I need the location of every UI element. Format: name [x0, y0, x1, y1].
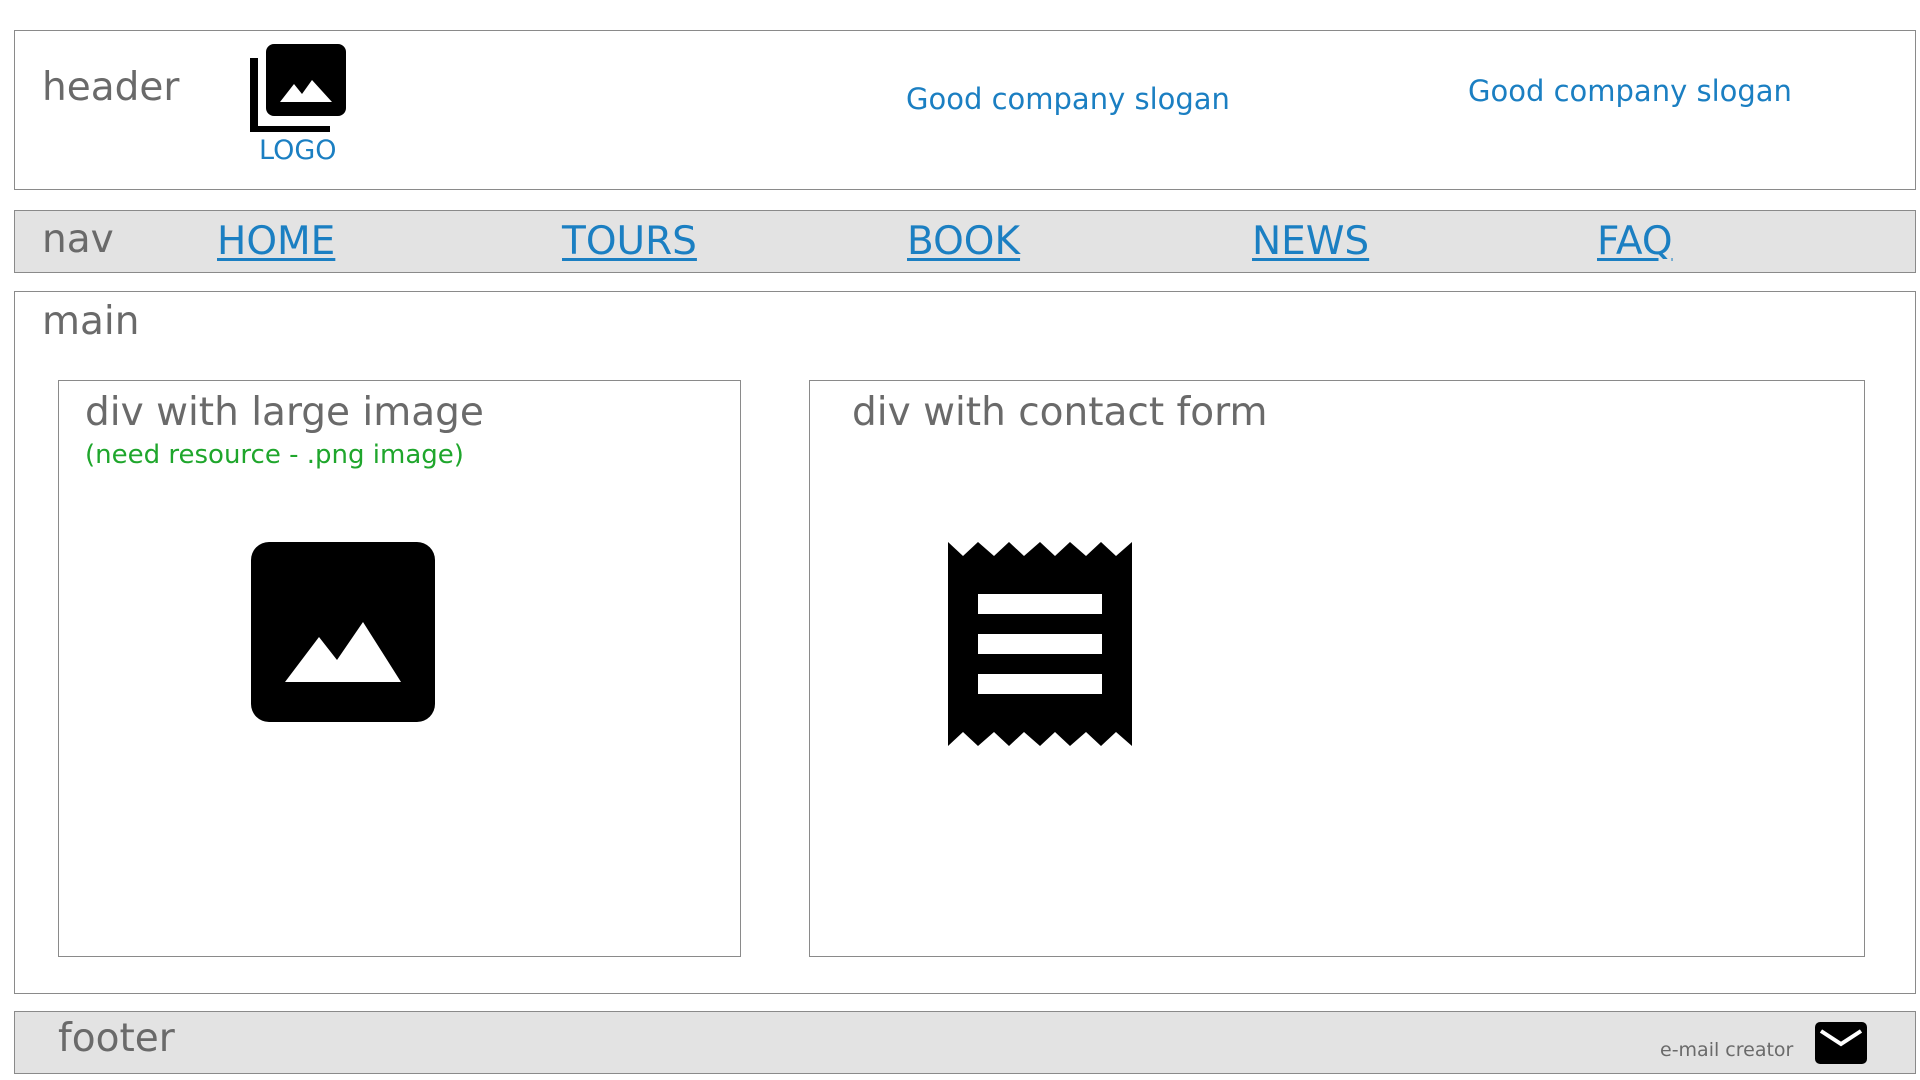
contact-form-title: div with contact form: [852, 390, 1268, 435]
nav-link-book[interactable]: BOOK: [907, 222, 1020, 261]
footer-label: footer: [58, 1016, 175, 1061]
company-slogan-secondary: Good company slogan: [1468, 74, 1792, 108]
nav-link-tours[interactable]: TOURS: [562, 222, 697, 261]
email-creator-text[interactable]: e-mail creator: [1660, 1041, 1793, 1060]
nav-link-news[interactable]: NEWS: [1252, 222, 1369, 261]
image-icon: [251, 542, 435, 722]
nav-link-home[interactable]: HOME: [217, 222, 335, 261]
header-label: header: [42, 65, 180, 110]
company-slogan: Good company slogan: [906, 82, 1230, 116]
photo-library-icon[interactable]: [250, 44, 346, 132]
receipt-icon: [948, 542, 1132, 746]
large-image-title: div with large image: [85, 390, 484, 435]
footer-section: [14, 1011, 1916, 1074]
resource-note: (need resource - .png image): [85, 440, 464, 470]
logo-text: LOGO: [259, 135, 337, 166]
nav-label: nav: [42, 217, 114, 262]
main-label: main: [42, 299, 140, 344]
nav-link-faq[interactable]: FAQ: [1597, 222, 1673, 261]
mail-icon[interactable]: [1815, 1022, 1867, 1064]
